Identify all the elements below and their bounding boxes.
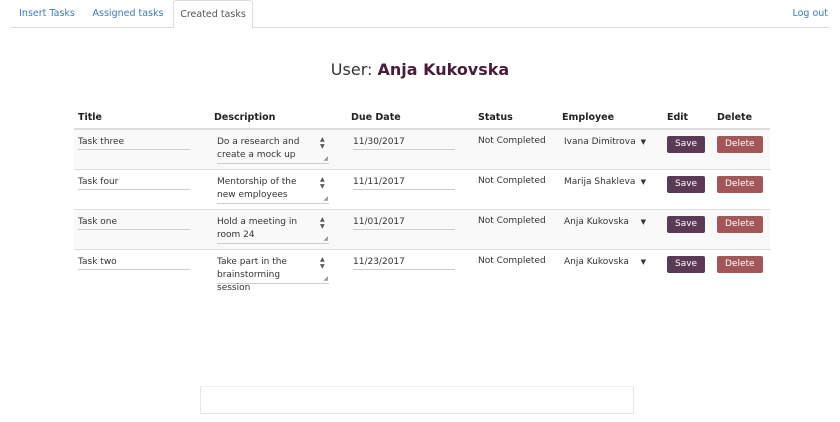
employee-selected: Anja Kukovska <box>564 216 629 227</box>
description-text: Take part in the brainstorming session <box>217 256 287 293</box>
due-date-input[interactable]: 11/01/2017 <box>353 216 455 230</box>
logout-link[interactable]: Log out <box>792 0 828 28</box>
title-input[interactable]: Task three <box>78 136 190 150</box>
title-input[interactable]: Task two <box>78 256 190 270</box>
description-text: Hold a meeting in room 24 <box>217 216 298 240</box>
save-button[interactable]: Save <box>667 175 706 193</box>
employee-selected: Marija Shakleva <box>564 176 636 187</box>
header-description: Description <box>210 107 347 130</box>
caret-down-icon: ▼ <box>640 257 646 266</box>
title-input[interactable]: Task one <box>78 216 190 230</box>
delete-button[interactable]: Delete <box>717 255 763 273</box>
description-textarea[interactable]: Do a research and create a mock up ▲ ▼ ◢ <box>217 136 329 164</box>
tasks-table: Title Description Due Date Status Employ… <box>74 107 770 293</box>
employee-select[interactable]: Ivana Dimitrova ▼ <box>564 136 646 148</box>
spinner-icon[interactable]: ▲ ▼ <box>320 176 327 190</box>
resize-handle-icon[interactable]: ◢ <box>323 155 328 162</box>
description-textarea[interactable]: Mentorship of the new employees ▲ ▼ ◢ <box>217 176 329 204</box>
user-prefix: User: <box>330 60 373 79</box>
description-text: Do a research and create a mock up <box>217 137 300 160</box>
table-row: Task one Hold a meeting in room 24 ▲ ▼ ◢ 11… <box>74 208 770 249</box>
tab-assigned-tasks[interactable]: Assigned tasks <box>90 0 166 28</box>
user-name: Anja Kukovska <box>377 60 510 79</box>
due-date-input[interactable]: 11/11/2017 <box>353 176 455 190</box>
employee-select[interactable]: Anja Kukovska ▼ <box>564 256 646 268</box>
employee-selected: Ivana Dimitrova <box>564 137 636 147</box>
status-text: Not Completed <box>478 175 546 186</box>
header-edit: Edit <box>663 107 713 130</box>
spinner-icon[interactable]: ▲ ▼ <box>320 256 327 270</box>
tab-insert-tasks[interactable]: Insert Tasks <box>12 0 82 28</box>
header-delete: Delete <box>713 107 770 130</box>
spinner-icon[interactable]: ▲ ▼ <box>320 216 327 230</box>
save-button[interactable]: Save <box>667 255 706 273</box>
description-textarea[interactable]: Take part in the brainstorming session ▲ ▼… <box>217 256 329 293</box>
header-title: Title <box>74 107 210 130</box>
tab-created-tasks[interactable]: Created tasks <box>173 0 253 29</box>
delete-button[interactable]: Delete <box>717 136 763 153</box>
save-button[interactable]: Save <box>667 215 706 233</box>
status-text: Not Completed <box>478 215 546 226</box>
header-status: Status <box>474 107 558 130</box>
description-text: Mentorship of the new employees <box>217 176 297 200</box>
nav-tabs: Insert Tasks Assigned tasks Created task… <box>10 0 830 29</box>
resize-handle-icon[interactable]: ◢ <box>323 195 328 202</box>
due-date-input[interactable]: 11/23/2017 <box>353 256 455 270</box>
table-row: Task three Do a research and create a mo… <box>74 128 770 169</box>
caret-down-icon: ▼ <box>640 217 646 226</box>
resize-handle-icon[interactable]: ◢ <box>323 275 328 282</box>
table-header-row: Title Description Due Date Status Employ… <box>74 107 770 130</box>
delete-button[interactable]: Delete <box>717 175 763 193</box>
resize-handle-icon[interactable]: ◢ <box>323 235 328 242</box>
status-text: Not Completed <box>478 255 546 266</box>
employee-select[interactable]: Marija Shakleva ▼ <box>564 176 646 188</box>
title-input[interactable]: Task four <box>78 176 190 190</box>
header-employee: Employee <box>558 107 663 130</box>
table-row: Task two Take part in the brainstorming … <box>74 248 770 293</box>
header-due-date: Due Date <box>347 107 474 130</box>
description-textarea[interactable]: Hold a meeting in room 24 ▲ ▼ ◢ <box>217 216 329 244</box>
table-row: Task four Mentorship of the new employee… <box>74 168 770 209</box>
spinner-icon[interactable]: ▲ ▼ <box>320 136 327 150</box>
delete-button[interactable]: Delete <box>717 215 763 233</box>
caret-down-icon: ▼ <box>640 177 646 186</box>
employee-selected: Anja Kukovska <box>564 256 629 267</box>
footer-panel <box>200 386 634 414</box>
employee-select[interactable]: Anja Kukovska ▼ <box>564 216 646 228</box>
caret-down-icon: ▼ <box>640 138 646 146</box>
save-button[interactable]: Save <box>667 136 706 153</box>
due-date-input[interactable]: 11/30/2017 <box>353 136 455 150</box>
status-text: Not Completed <box>478 136 546 146</box>
page-title: User: Anja Kukovska <box>0 60 840 79</box>
